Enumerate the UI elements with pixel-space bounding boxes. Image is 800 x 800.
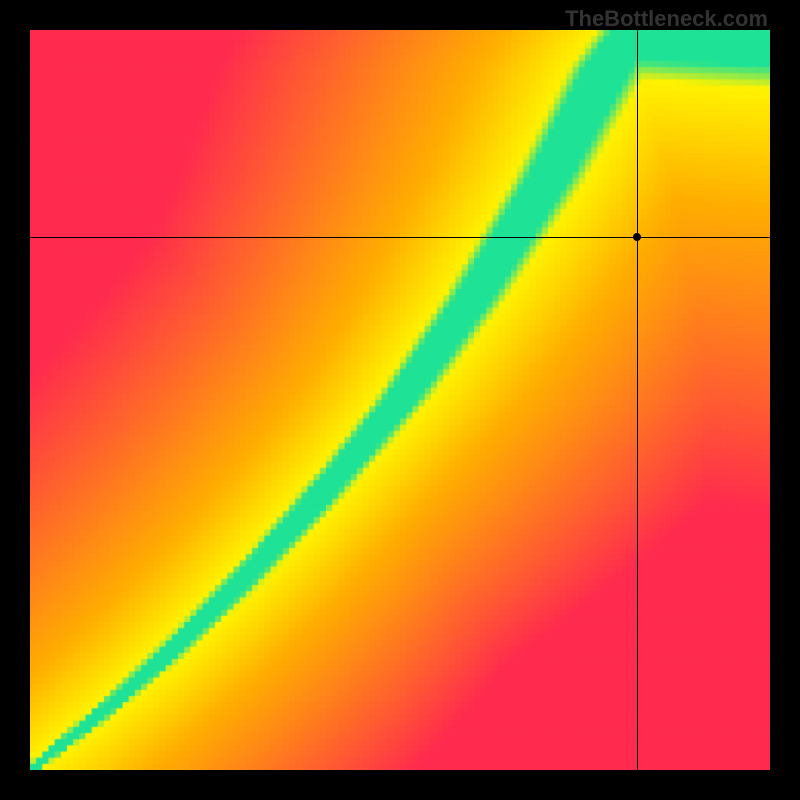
marker-point [633,233,641,241]
watermark-text: TheBottleneck.com [565,6,768,32]
crosshair-horizontal [30,237,770,238]
crosshair-vertical [637,30,638,770]
heatmap-canvas [30,30,770,770]
heatmap-chart [30,30,770,770]
